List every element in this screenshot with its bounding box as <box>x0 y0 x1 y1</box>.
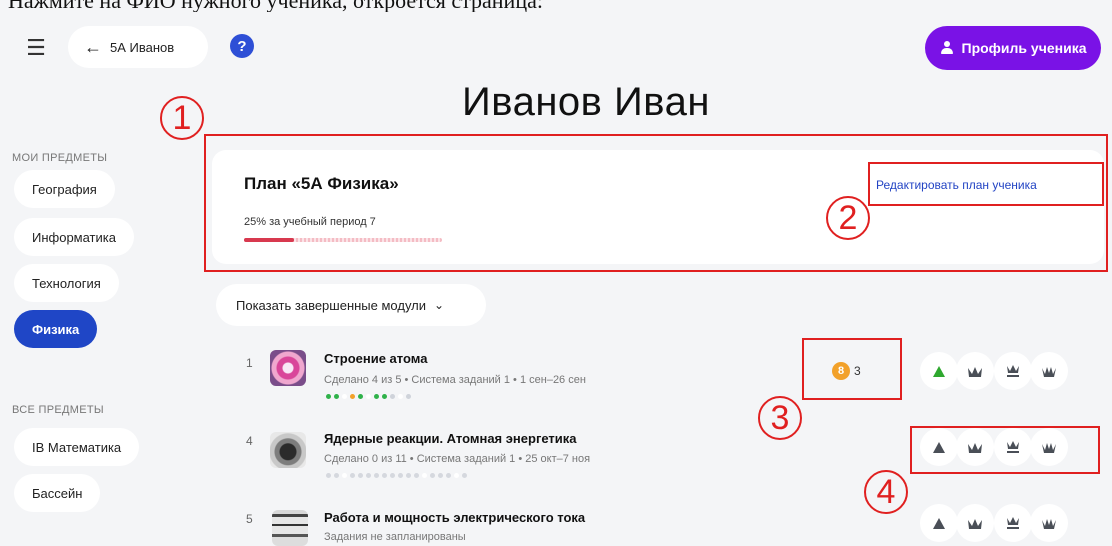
profile-button-label: Профиль ученика <box>961 40 1087 56</box>
sidebar-item-label: География <box>32 181 97 197</box>
triangle-level-icon[interactable] <box>920 428 958 466</box>
plan-card: План «5А Физика» 25% за учебный период 7… <box>212 150 1104 264</box>
plan-progress-bar <box>244 238 442 242</box>
profile-button[interactable]: Профиль ученика <box>925 26 1101 70</box>
module-thumbnail <box>270 350 306 386</box>
annotation-number-2: 2 <box>826 196 870 240</box>
sidebar-item-physics[interactable]: Физика <box>14 310 98 348</box>
sidebar-item-pool[interactable]: Бассейн <box>14 474 101 512</box>
sidebar-item-label: Физика <box>32 321 80 337</box>
back-label: 5А Иванов <box>110 39 175 55</box>
sidebar-item-label: Информатика <box>32 229 116 245</box>
crown-3-icon[interactable] <box>1030 428 1068 466</box>
task-progress-dots <box>326 473 467 478</box>
plan-progress-fill <box>244 238 294 242</box>
crown-1-icon[interactable] <box>956 428 994 466</box>
back-button[interactable]: ← 5А Иванов <box>68 26 208 68</box>
annotation-number-3: 3 <box>758 396 802 440</box>
coin-icon: 8 <box>832 362 850 380</box>
crown-2-icon[interactable] <box>994 352 1032 390</box>
hamburger-icon: ☰ <box>26 35 46 60</box>
module-meta: Сделано 0 из 11 • Система заданий 1 • 25… <box>324 453 591 465</box>
sidebar-item-label: Технология <box>32 275 101 291</box>
crown-2-icon[interactable] <box>994 428 1032 466</box>
menu-button[interactable]: ☰ <box>14 28 58 68</box>
chevron-down-icon: ⌄ <box>434 298 445 312</box>
sidebar-item-technology[interactable]: Технология <box>14 264 119 302</box>
module-number: 5 <box>246 512 253 526</box>
annotation-number-4: 4 <box>864 470 908 514</box>
filter-label: Показать завершенные модули <box>236 297 427 313</box>
module-meta: Сделано 4 из 5 • Система заданий 1 • 1 с… <box>324 374 586 386</box>
sidebar-item-label: IB Математика <box>32 439 122 455</box>
coin-badge: 8 3 <box>832 362 861 380</box>
plan-title: План «5А Физика» <box>244 174 399 193</box>
module-thumbnail <box>270 432 306 468</box>
task-progress-dots <box>326 394 411 399</box>
page-caption: Нажмите на ФИО нужного ученика, откроетс… <box>0 0 1112 12</box>
crown-3-icon[interactable] <box>1030 504 1068 542</box>
triangle-level-icon[interactable] <box>920 504 958 542</box>
crown-2-icon[interactable] <box>994 504 1032 542</box>
module-title[interactable]: Ядерные реакции. Атомная энергетика <box>324 431 577 446</box>
triangle-level-icon[interactable] <box>920 352 958 390</box>
module-title[interactable]: Работа и мощность электрического тока <box>324 510 585 525</box>
annotation-number-1: 1 <box>160 96 204 140</box>
show-completed-modules-toggle[interactable]: Показать завершенные модули ⌄ <box>216 284 486 326</box>
module-title[interactable]: Строение атома <box>324 351 427 366</box>
crown-1-icon[interactable] <box>956 504 994 542</box>
sidebar-item-label: Бассейн <box>32 485 83 501</box>
question-icon[interactable]: ? <box>230 34 254 58</box>
sidebar-item-ib-math[interactable]: IB Математика <box>14 428 140 466</box>
sidebar-item-informatics[interactable]: Информатика <box>14 218 134 256</box>
module-meta: Задания не запланированы <box>324 531 466 543</box>
sidebar-item-geography[interactable]: География <box>14 170 115 208</box>
edit-plan-link[interactable]: Редактировать план ученика <box>876 178 1037 192</box>
module-thumbnail <box>272 510 308 546</box>
module-number: 1 <box>246 356 253 370</box>
crown-1-icon[interactable] <box>956 352 994 390</box>
arrow-left-icon: ← <box>84 36 102 57</box>
person-icon <box>940 41 954 55</box>
module-number: 4 <box>246 434 253 448</box>
plan-progress-text: 25% за учебный период 7 <box>244 216 376 228</box>
crown-3-icon[interactable] <box>1030 352 1068 390</box>
coin-count: 3 <box>854 364 861 378</box>
my-subjects-label: МОИ ПРЕДМЕТЫ <box>12 152 108 164</box>
all-subjects-label: ВСЕ ПРЕДМЕТЫ <box>12 404 104 416</box>
